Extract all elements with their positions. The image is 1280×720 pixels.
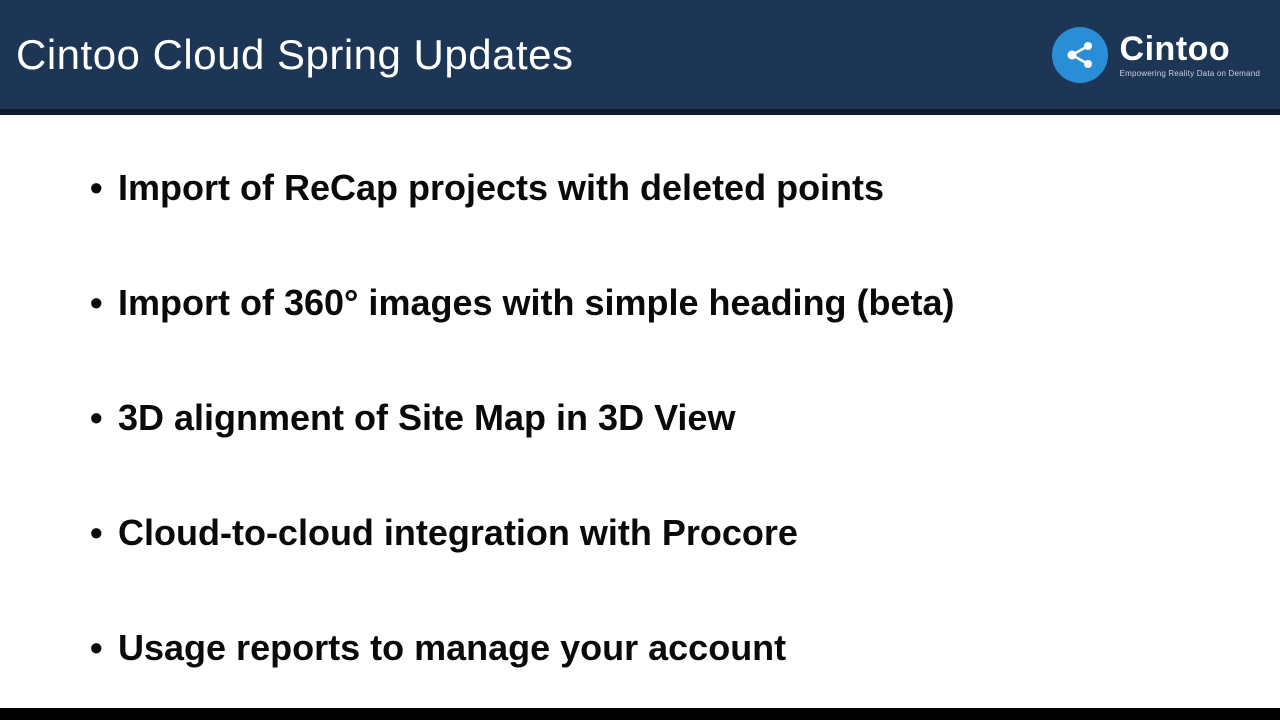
- brand-name: Cintoo: [1120, 32, 1260, 66]
- share-network-icon: [1052, 27, 1108, 83]
- list-item: Import of 360° images with simple headin…: [90, 280, 1210, 325]
- brand-logo: Cintoo Empowering Reality Data on Demand: [1052, 27, 1260, 83]
- list-item: Cloud-to-cloud integration with Procore: [90, 510, 1210, 555]
- footer-bar: [0, 708, 1280, 720]
- brand-text: Cintoo Empowering Reality Data on Demand: [1120, 32, 1260, 78]
- list-item: Usage reports to manage your account: [90, 625, 1210, 670]
- slide: Cintoo Cloud Spring Updates Cintoo Empow…: [0, 0, 1280, 720]
- list-item: Import of ReCap projects with deleted po…: [90, 165, 1210, 210]
- slide-title: Cintoo Cloud Spring Updates: [16, 31, 574, 79]
- list-item: 3D alignment of Site Map in 3D View: [90, 395, 1210, 440]
- bullet-list: Import of ReCap projects with deleted po…: [90, 165, 1210, 670]
- slide-header: Cintoo Cloud Spring Updates Cintoo Empow…: [0, 0, 1280, 115]
- brand-tagline: Empowering Reality Data on Demand: [1120, 70, 1260, 78]
- slide-body: Import of ReCap projects with deleted po…: [0, 115, 1280, 708]
